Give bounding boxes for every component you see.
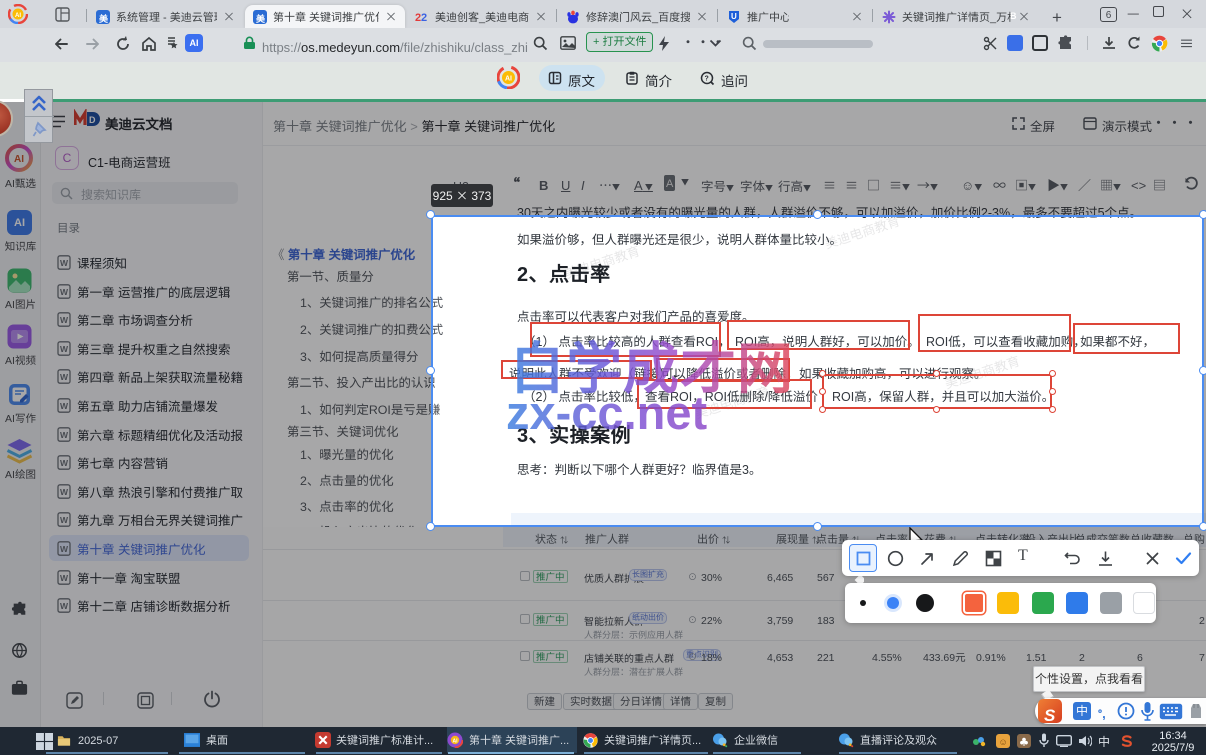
svg-text:W: W	[60, 286, 69, 298]
svg-text:W: W	[60, 371, 69, 383]
svg-text:?: ?	[705, 74, 709, 84]
svg-text:U: U	[731, 11, 737, 22]
svg-text:W: W	[60, 457, 69, 469]
svg-text:W: W	[60, 486, 69, 498]
svg-text:W: W	[60, 400, 69, 412]
svg-text:AI: AI	[505, 74, 512, 84]
svg-text:W: W	[60, 343, 69, 355]
svg-text:W: W	[60, 257, 69, 269]
svg-text:W: W	[60, 543, 69, 555]
svg-text:2: 2	[421, 10, 427, 24]
svg-text:W: W	[60, 429, 69, 441]
svg-text:W: W	[60, 314, 69, 326]
svg-text:AI: AI	[14, 150, 24, 165]
svg-text:AI: AI	[15, 10, 21, 19]
svg-text:W: W	[60, 572, 69, 584]
svg-text:W: W	[60, 514, 69, 526]
svg-text:D: D	[89, 113, 96, 126]
svg-text:W: W	[60, 600, 69, 612]
svg-text:AI: AI	[453, 738, 459, 745]
